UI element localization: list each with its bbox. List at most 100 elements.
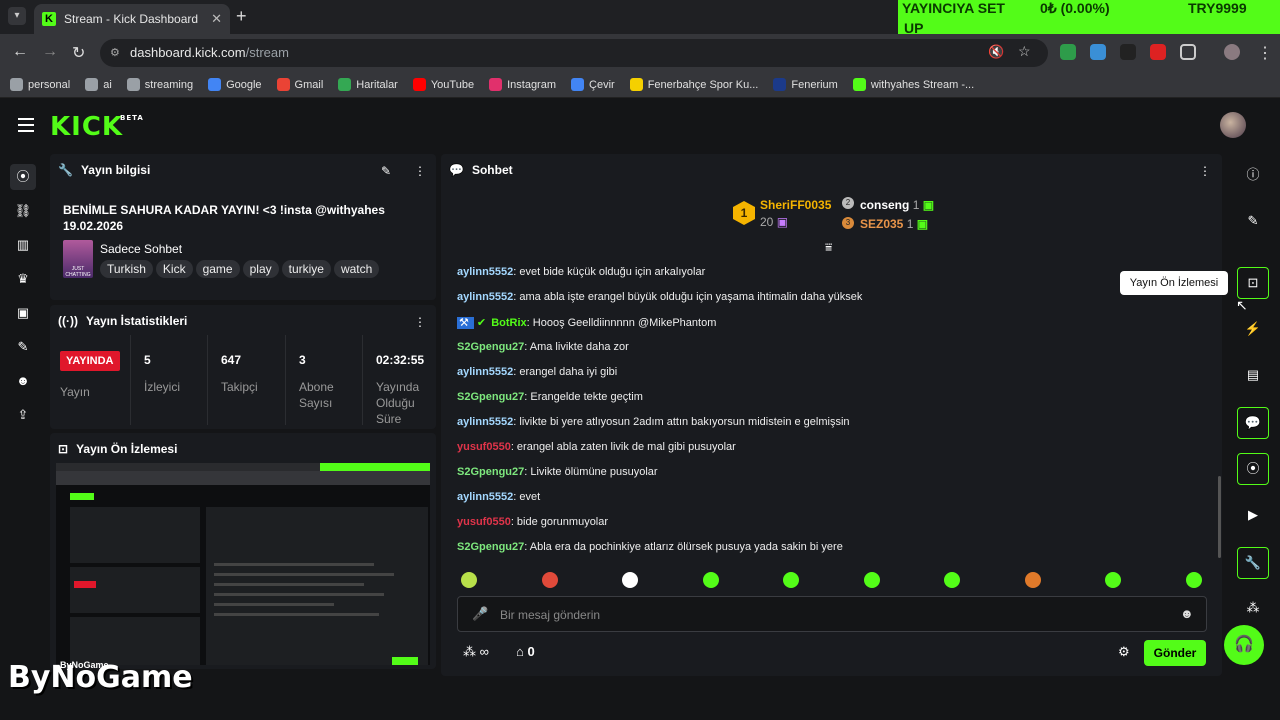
chat-username[interactable]: BotRix	[491, 317, 526, 329]
extension-red-icon[interactable]	[1150, 44, 1166, 60]
emote-icon[interactable]	[863, 572, 880, 588]
community-icon[interactable]: ⁂	[1237, 593, 1269, 625]
reload-icon[interactable]: ↻	[72, 43, 85, 63]
bookmark-item[interactable]: Fenerbahçe Spor Ku...	[629, 78, 759, 91]
bookmark-item[interactable]: Çevir	[571, 78, 615, 91]
send-button[interactable]: Gönder	[1144, 640, 1206, 666]
kick-logo[interactable]: KICK BETA	[50, 112, 143, 142]
bookmark-item[interactable]: streaming	[126, 78, 193, 91]
channel-points[interactable]: ⁂ ∞	[463, 644, 489, 660]
stream-preview-toggle-icon[interactable]: ⊡	[1237, 267, 1269, 299]
third-gifter[interactable]: SEZ035 1 ▣	[860, 217, 928, 231]
microphone-icon[interactable]: 🎤	[472, 606, 488, 622]
bookmark-item[interactable]: Google	[208, 78, 262, 91]
bookmark-item[interactable]: withyahes Stream -...	[852, 78, 974, 91]
stream-tag[interactable]: turkiye	[281, 260, 331, 278]
notes-icon[interactable]: ▤	[1237, 360, 1269, 392]
chat-toggle-icon[interactable]: 💬	[1237, 407, 1269, 439]
second-gifter[interactable]: conseng 1 ▣	[860, 198, 934, 212]
new-tab-icon[interactable]: +	[236, 6, 247, 27]
chat-username[interactable]: aylinn5552	[457, 491, 513, 503]
emote-icon[interactable]	[461, 572, 477, 588]
forward-icon[interactable]: →	[42, 43, 58, 61]
chat-username[interactable]: S2Gpengu27	[457, 341, 524, 353]
chat-settings-icon[interactable]: ⚙	[1118, 644, 1130, 660]
address-bar[interactable]: ⚙ dashboard.kick.com/stream 🔇 ☆	[100, 39, 1048, 67]
stream-tag[interactable]: watch	[333, 260, 380, 278]
sidebar-stream-icon[interactable]: ⦿	[10, 164, 36, 190]
stream-preview-video[interactable]	[56, 463, 430, 665]
bookmark-star-icon[interactable]: ☆	[1018, 43, 1031, 60]
user-avatar[interactable]	[1220, 112, 1246, 138]
bookmark-item[interactable]: Haritalar	[338, 78, 398, 91]
chat-scrollbar[interactable]	[1218, 476, 1221, 558]
stream-tag[interactable]: Kick	[155, 260, 193, 278]
kebab-menu-icon[interactable]: ⋮	[1199, 164, 1211, 178]
emote-icon[interactable]	[944, 572, 960, 588]
edit-icon[interactable]: ✎	[381, 164, 391, 178]
kebab-menu-icon[interactable]: ⋮	[414, 315, 426, 329]
chat-username[interactable]: aylinn5552	[457, 416, 513, 428]
sidebar-analytics-icon[interactable]: ▥	[10, 232, 36, 258]
chat-message-text: : erangel daha iyi gibi	[513, 366, 618, 378]
extension-dark-icon[interactable]	[1120, 44, 1136, 60]
emote-icon[interactable]	[1024, 572, 1041, 588]
stream-info-toggle-icon[interactable]: 🔧	[1237, 547, 1269, 579]
chat-username[interactable]: S2Gpengu27	[457, 466, 524, 478]
sidebar-wrench-icon[interactable]: ✎	[10, 334, 36, 360]
chat-username[interactable]: aylinn5552	[457, 266, 513, 278]
emote-icon[interactable]	[1185, 572, 1202, 588]
chat-username[interactable]: yusuf0550	[457, 516, 511, 528]
bookmark-item[interactable]: Instagram	[489, 78, 556, 91]
emoji-picker-icon[interactable]: ☻	[1180, 606, 1194, 621]
profile-avatar-icon[interactable]	[1224, 44, 1240, 60]
back-icon[interactable]: ←	[12, 43, 28, 61]
chat-username[interactable]: yusuf0550	[457, 441, 511, 453]
extension-shield-icon[interactable]	[1060, 44, 1076, 60]
emote-icon[interactable]	[622, 572, 638, 588]
sidebar-video-icon[interactable]: ▣	[10, 300, 36, 326]
tab-search-dropdown-icon[interactable]: ▾	[8, 7, 26, 25]
sidebar-community-icon[interactable]: ☻	[10, 368, 36, 394]
top-gifter-name[interactable]: SheriFF0035	[760, 198, 831, 212]
store-button[interactable]: ⌂ 0	[516, 644, 535, 659]
site-info-icon[interactable]: ⚙	[110, 46, 120, 59]
emote-icon[interactable]	[783, 572, 799, 588]
emote-icon[interactable]	[541, 572, 558, 588]
emote-icon[interactable]	[1105, 572, 1121, 588]
close-tab-icon[interactable]: ✕	[211, 11, 222, 27]
bookmark-item[interactable]: ai	[85, 78, 112, 91]
bookmark-label: Fenerbahçe Spor Ku...	[647, 78, 759, 91]
chat-message-input[interactable]: 🎤 Bir mesaj gönderin ☻	[457, 596, 1207, 632]
hamburger-menu-icon[interactable]	[18, 118, 34, 136]
edit-stream-icon[interactable]: ✎	[1237, 206, 1269, 238]
bookmark-item[interactable]: personal	[10, 78, 70, 91]
camera-icon[interactable]: ▶	[1237, 500, 1269, 532]
collapse-leaderboard-icon[interactable]: ⩸	[825, 240, 832, 255]
bookmark-item[interactable]: YouTube	[412, 78, 474, 91]
browser-tab[interactable]: K Stream - Kick Dashboard ✕	[34, 4, 230, 34]
bookmark-item[interactable]: Fenerium	[773, 78, 838, 91]
stream-tag[interactable]: play	[242, 260, 279, 278]
media-muted-icon[interactable]: 🔇	[988, 44, 1004, 60]
extensions-puzzle-icon[interactable]	[1180, 44, 1196, 60]
chat-username[interactable]: S2Gpengu27	[457, 541, 524, 553]
category-thumbnail[interactable]: JUST CHATTING	[63, 240, 93, 278]
sidebar-upload-icon[interactable]: ⇪	[10, 402, 36, 428]
lightning-icon[interactable]: ⚡	[1237, 314, 1269, 346]
help-headset-button[interactable]: 🎧	[1224, 625, 1264, 665]
sidebar-trophy-icon[interactable]: ♛	[10, 266, 36, 292]
kebab-menu-icon[interactable]: ⋮	[414, 164, 426, 178]
emote-icon[interactable]	[702, 572, 719, 588]
chat-username[interactable]: aylinn5552	[457, 366, 513, 378]
browser-menu-icon[interactable]: ⋮	[1257, 43, 1273, 63]
stream-stats-toggle-icon[interactable]: ⦿	[1237, 453, 1269, 485]
bookmark-item[interactable]: Gmail	[276, 78, 323, 91]
extension-translate-icon[interactable]	[1090, 44, 1106, 60]
stream-tag[interactable]: Turkish	[100, 260, 153, 278]
chat-username[interactable]: aylinn5552	[457, 291, 513, 303]
sidebar-link-icon[interactable]: ⛓	[10, 198, 36, 224]
info-icon[interactable]: ⓘ	[1237, 160, 1269, 192]
chat-username[interactable]: S2Gpengu27	[457, 391, 524, 403]
stream-tag[interactable]: game	[195, 260, 240, 278]
